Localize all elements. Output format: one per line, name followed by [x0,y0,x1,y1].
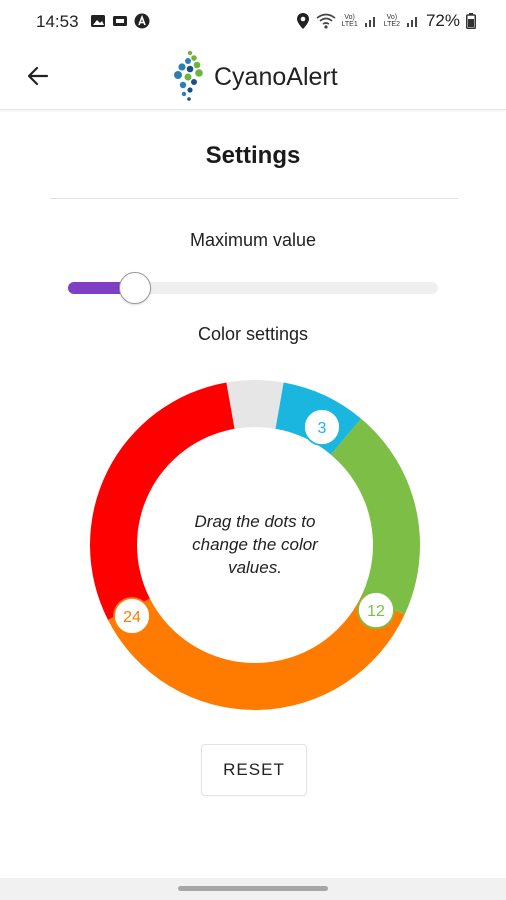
signal-icon [406,17,417,27]
back-button[interactable] [20,58,56,94]
ring-handle-label: 12 [367,603,385,620]
ring-handle-label: 24 [123,609,141,626]
app-title: CyanoAlert [214,62,338,91]
brand: CyanoAlert [170,48,338,106]
wifi-icon [316,13,336,29]
divider [50,198,458,199]
max-value-slider[interactable] [68,272,438,304]
home-gesture-handle[interactable] [178,886,328,891]
page-title: Settings [205,142,301,169]
signal-icon [364,17,375,27]
image-icon [91,15,105,27]
sim1-label: Vo) LTE1 [341,14,358,28]
back-arrow-icon [27,66,49,86]
vpn-a-icon [134,13,150,29]
slider-thumb[interactable] [119,272,151,304]
ring-handle-12[interactable]: 12 [357,591,395,629]
ring-handle-3[interactable]: 3 [303,408,341,446]
color-ring: 3 12 24 Drag the dots to change the colo… [90,380,420,710]
max-value-label: Maximum value [189,230,317,250]
battery-icon [466,13,476,29]
status-right-icons: Vo) LTE1 Vo) LTE2 72% [296,11,476,31]
app-bar: CyanoAlert [0,44,506,110]
ring-hint: Drag the dots to change the color values… [192,512,318,577]
reset-button[interactable]: RESET [201,744,307,796]
status-left-icons [90,13,150,29]
cyanoalert-logo-icon [174,50,203,101]
cast-icon [113,16,127,26]
ring-handle-24[interactable]: 24 [113,597,151,635]
navigation-bar [0,878,506,900]
location-icon [296,13,309,29]
ring-segment-green [330,418,420,615]
battery-percent: 72% [425,11,460,30]
ring-segment-empty [226,380,284,429]
ring-segment-red [90,382,235,620]
color-settings-label: Color settings [197,324,309,344]
ring-handle-label: 3 [318,420,327,437]
status-bar: 14:53 Vo) LTE1 Vo) LTE2 72% [0,0,506,44]
sim2-label: Vo) LTE2 [383,14,400,28]
status-time: 14:53 [36,12,79,31]
